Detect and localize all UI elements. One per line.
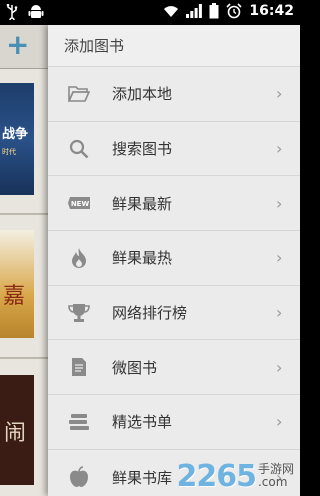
books-stack-icon (68, 411, 90, 433)
status-bar: 16:42 (0, 0, 300, 25)
shelf-toolbar: + (0, 25, 48, 69)
fruit-icon (68, 466, 90, 488)
menu-label: 精选书单 (112, 413, 173, 432)
chevron-right-icon: › (276, 193, 283, 213)
menu-item-add-local[interactable]: 添加本地 › (48, 67, 300, 122)
shelf-divider (0, 357, 48, 359)
menu-label: 微图书 (112, 358, 158, 377)
watermark-logo: 2265 手游网 .com (176, 459, 294, 494)
svg-text:NEW: NEW (71, 200, 90, 208)
menu-label: 网络排行榜 (112, 304, 188, 323)
menu-item-rankings[interactable]: 网络排行榜 › (48, 286, 300, 341)
chevron-right-icon: › (276, 357, 283, 377)
book-subtitle: 时代 (2, 148, 16, 156)
document-icon (68, 356, 90, 378)
chevron-right-icon: › (276, 248, 283, 268)
add-book-drawer: 添加图书 添加本地 › 搜索图书 › NEW 鲜果最新 › 鲜果最热 › 网络排… (48, 25, 300, 496)
chevron-right-icon: › (276, 84, 283, 104)
folder-icon (68, 83, 90, 105)
signal-icon (186, 4, 203, 18)
book-title: 闹 (4, 421, 27, 446)
menu-item-micro-books[interactable]: 微图书 › (48, 340, 300, 396)
book-cover[interactable]: 闹 (0, 375, 34, 485)
menu-label: 添加本地 (112, 85, 173, 104)
book-title: 嘉 (3, 284, 26, 309)
wifi-icon (163, 4, 179, 18)
menu-label: 搜索图书 (112, 140, 173, 159)
book-cover[interactable]: 嘉 (0, 230, 34, 338)
menu-label: 鲜果最新 (112, 194, 173, 213)
book-cover[interactable]: 战争 时代 (0, 83, 34, 195)
book-title: 战争 (2, 127, 29, 142)
alarm-icon (226, 3, 242, 19)
watermark-cn: 手游网 (257, 462, 294, 476)
menu-item-hottest[interactable]: 鲜果最热 › (48, 231, 300, 286)
trophy-icon (68, 302, 90, 324)
android-icon (28, 4, 44, 20)
watermark-text: 手游网 .com (258, 463, 294, 489)
shelf-divider (0, 213, 48, 215)
new-badge-icon: NEW (68, 192, 90, 214)
usb-icon (6, 4, 18, 20)
flame-icon (68, 247, 90, 269)
chevron-right-icon: › (276, 412, 283, 432)
menu-item-book-lists[interactable]: 精选书单 › (48, 395, 300, 450)
chevron-right-icon: › (276, 139, 283, 159)
watermark-number: 2265 (176, 459, 256, 494)
search-icon (68, 138, 90, 160)
status-time: 16:42 (249, 3, 294, 19)
drawer-title: 添加图书 (48, 25, 300, 67)
battery-icon (209, 3, 219, 19)
chevron-right-icon: › (276, 303, 283, 323)
menu-label: 鲜果最热 (112, 249, 173, 268)
menu-item-search-books[interactable]: 搜索图书 › (48, 122, 300, 177)
add-book-icon[interactable]: + (6, 30, 29, 60)
menu-item-latest[interactable]: NEW 鲜果最新 › (48, 176, 300, 232)
bookshelf: + 战争 时代 嘉 闹 (0, 25, 48, 496)
watermark-domain: .com (257, 475, 288, 489)
